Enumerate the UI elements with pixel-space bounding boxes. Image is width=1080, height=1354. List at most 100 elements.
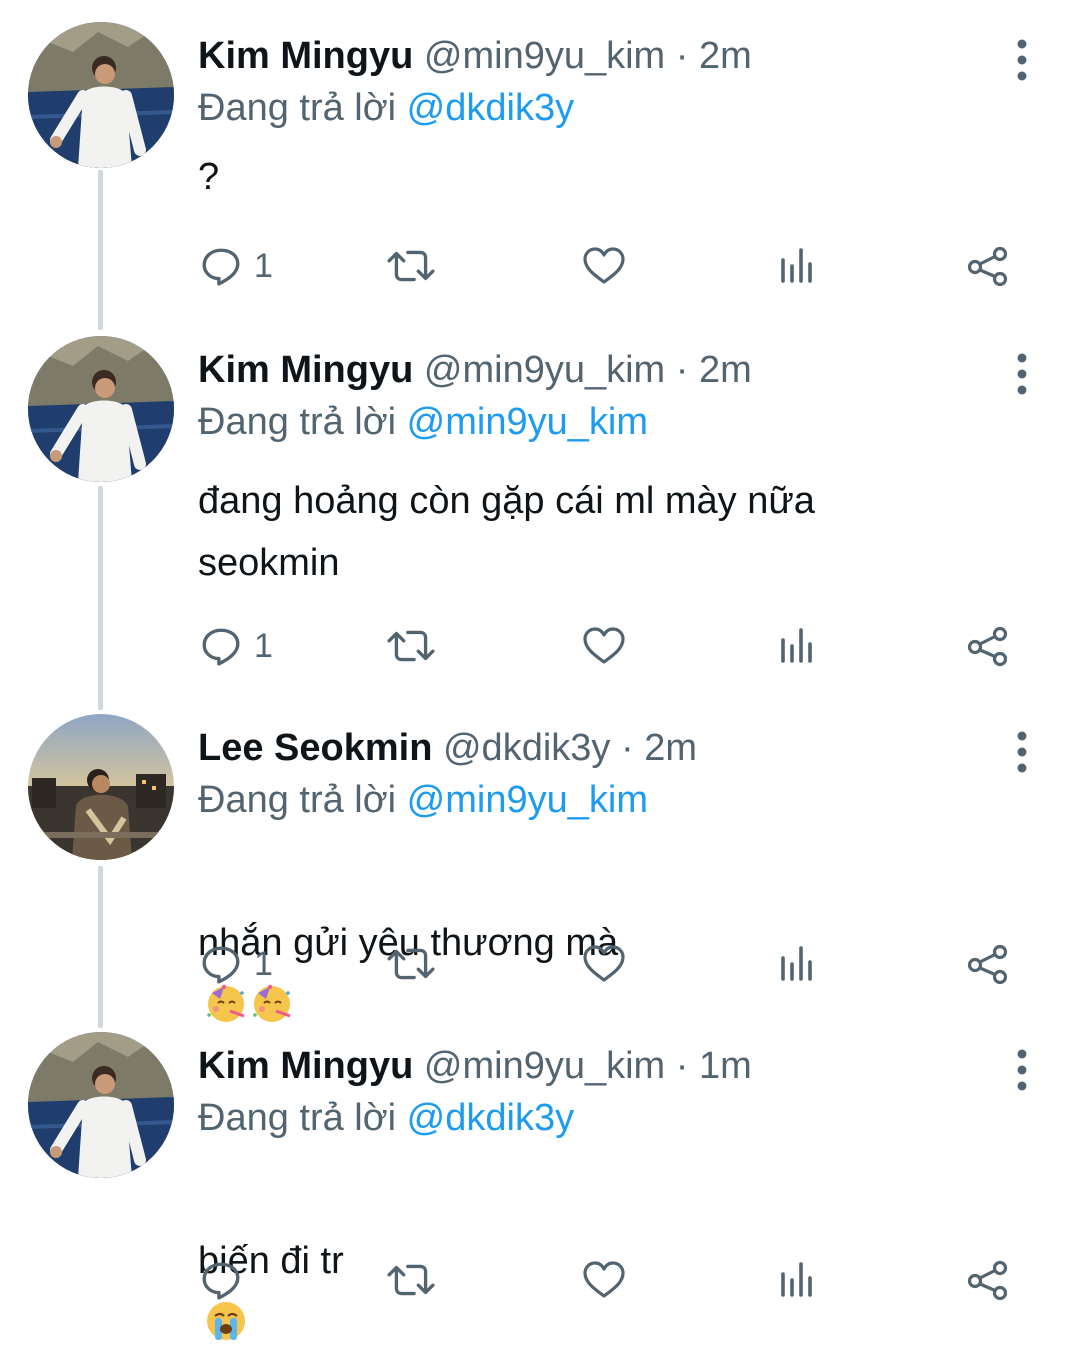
- replying-to-handle-link[interactable]: @dkdik3y: [407, 1097, 574, 1139]
- reply-bubble-icon: [200, 1259, 242, 1301]
- tweet[interactable]: Lee Seokmin @dkdik3y · 2m Đang trả lời @…: [0, 714, 1080, 1014]
- tweet-actions: 1: [0, 234, 1080, 298]
- reply-count: 1: [254, 626, 273, 665]
- user-handle[interactable]: @min9yu_kim: [424, 1045, 665, 1087]
- like-button[interactable]: [582, 234, 626, 298]
- retweet-icon: [386, 625, 436, 667]
- more-options-button[interactable]: [1004, 726, 1040, 778]
- retweet-button[interactable]: [386, 932, 436, 996]
- like-button[interactable]: [582, 1248, 626, 1312]
- reply-count: 1: [254, 246, 273, 285]
- tweet[interactable]: Kim Mingyu @min9yu_kim · 2m Đang trả lời…: [0, 22, 1080, 322]
- tweet[interactable]: Kim Mingyu @min9yu_kim · 2m Đang trả lời…: [0, 336, 1080, 696]
- reply-button[interactable]: [200, 1248, 254, 1312]
- tweet-header: Kim Mingyu @min9yu_kim · 2m: [198, 346, 752, 394]
- separator-dot: ·: [620, 727, 634, 769]
- like-button[interactable]: [582, 614, 626, 678]
- tweet-header: Lee Seokmin @dkdik3y · 2m: [198, 724, 697, 772]
- timestamp[interactable]: 2m: [699, 35, 752, 77]
- separator-dot: ·: [675, 349, 689, 391]
- replying-to-label: Đang trả lời: [198, 1097, 397, 1139]
- views-button[interactable]: [776, 614, 816, 678]
- user-handle[interactable]: @min9yu_kim: [424, 349, 665, 391]
- reply-bubble-icon: [200, 625, 242, 667]
- timestamp[interactable]: 1m: [699, 1045, 752, 1087]
- timestamp[interactable]: 2m: [699, 349, 752, 391]
- display-name[interactable]: Lee Seokmin: [198, 727, 432, 769]
- display-name[interactable]: Kim Mingyu: [198, 35, 413, 77]
- share-icon: [966, 245, 1010, 287]
- avatar[interactable]: [28, 714, 174, 860]
- tweet-header: Kim Mingyu @min9yu_kim · 2m: [198, 32, 752, 80]
- share-icon: [966, 1259, 1010, 1301]
- views-bar-chart-icon: [776, 1259, 816, 1301]
- more-vertical-icon: [1016, 38, 1028, 82]
- separator-dot: ·: [675, 35, 689, 77]
- heart-icon: [582, 625, 626, 667]
- more-vertical-icon: [1016, 730, 1028, 774]
- display-name[interactable]: Kim Mingyu: [198, 349, 413, 391]
- tweet[interactable]: Kim Mingyu @min9yu_kim · 1m Đang trả lời…: [0, 1032, 1080, 1320]
- retweet-icon: [386, 245, 436, 287]
- tweet-text: ?: [198, 156, 220, 198]
- retweet-button[interactable]: [386, 614, 436, 678]
- share-icon: [966, 625, 1010, 667]
- tweet-actions: 1: [0, 614, 1080, 678]
- retweet-button[interactable]: [386, 1248, 436, 1312]
- replying-to-label: Đang trả lời: [198, 779, 397, 821]
- reply-button[interactable]: 1: [200, 234, 273, 298]
- kim-mingyu-avatar: [28, 336, 174, 482]
- replying-to: Đang trả lời @min9yu_kim: [198, 776, 648, 824]
- timestamp[interactable]: 2m: [644, 727, 697, 769]
- reply-count: 1: [254, 944, 273, 983]
- tweet-text: đang hoảng còn gặp cái ml mày nữa seokmi…: [198, 480, 815, 584]
- heart-icon: [582, 943, 626, 985]
- views-bar-chart-icon: [776, 943, 816, 985]
- views-button[interactable]: [776, 234, 816, 298]
- reply-bubble-icon: [200, 245, 242, 287]
- tweet-actions: [0, 1248, 1080, 1312]
- share-button[interactable]: [966, 614, 1010, 678]
- heart-icon: [582, 1259, 626, 1301]
- views-bar-chart-icon: [776, 245, 816, 287]
- more-options-button[interactable]: [1004, 34, 1040, 86]
- avatar[interactable]: [28, 336, 174, 482]
- user-handle[interactable]: @min9yu_kim: [424, 35, 665, 77]
- replying-to: Đang trả lời @min9yu_kim: [198, 398, 648, 446]
- tweet-actions: 1: [0, 932, 1080, 996]
- more-vertical-icon: [1016, 1048, 1028, 1092]
- avatar[interactable]: [28, 22, 174, 168]
- share-button[interactable]: [966, 1248, 1010, 1312]
- retweet-icon: [386, 943, 436, 985]
- user-handle[interactable]: @dkdik3y: [443, 727, 610, 769]
- views-button[interactable]: [776, 932, 816, 996]
- replying-to: Đang trả lời @dkdik3y: [198, 84, 574, 132]
- views-button[interactable]: [776, 1248, 816, 1312]
- heart-icon: [582, 245, 626, 287]
- replying-to: Đang trả lời @dkdik3y: [198, 1094, 574, 1142]
- retweet-icon: [386, 1259, 436, 1301]
- more-options-button[interactable]: [1004, 348, 1040, 400]
- replying-to-handle-link[interactable]: @min9yu_kim: [407, 401, 648, 443]
- reply-button[interactable]: 1: [200, 614, 273, 678]
- kim-mingyu-avatar: [28, 1032, 174, 1178]
- reply-bubble-icon: [200, 943, 242, 985]
- more-vertical-icon: [1016, 352, 1028, 396]
- retweet-button[interactable]: [386, 234, 436, 298]
- share-button[interactable]: [966, 234, 1010, 298]
- replying-to-label: Đang trả lời: [198, 401, 397, 443]
- display-name[interactable]: Kim Mingyu: [198, 1045, 413, 1087]
- reply-button[interactable]: 1: [200, 932, 273, 996]
- views-bar-chart-icon: [776, 625, 816, 667]
- share-icon: [966, 943, 1010, 985]
- share-button[interactable]: [966, 932, 1010, 996]
- tweet-header: Kim Mingyu @min9yu_kim · 1m: [198, 1042, 752, 1090]
- more-options-button[interactable]: [1004, 1044, 1040, 1096]
- replying-to-handle-link[interactable]: @min9yu_kim: [407, 779, 648, 821]
- kim-mingyu-avatar: [28, 22, 174, 168]
- avatar[interactable]: [28, 1032, 174, 1178]
- replying-to-label: Đang trả lời: [198, 87, 397, 129]
- separator-dot: ·: [675, 1045, 689, 1087]
- replying-to-handle-link[interactable]: @dkdik3y: [407, 87, 574, 129]
- like-button[interactable]: [582, 932, 626, 996]
